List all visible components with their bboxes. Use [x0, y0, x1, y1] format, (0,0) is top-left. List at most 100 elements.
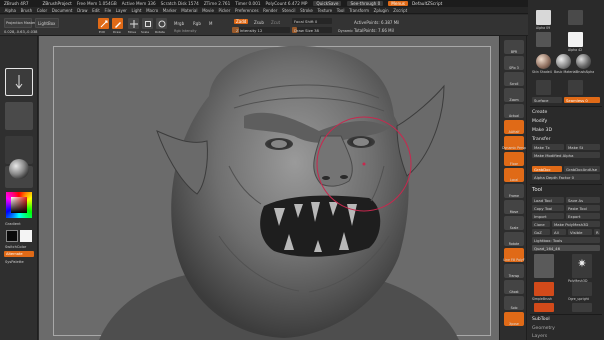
- polyframe-button[interactable]: Line Fill PolyF: [503, 248, 525, 262]
- make-polymesh-button[interactable]: Make PolyMesh3D: [552, 221, 600, 227]
- spix-button[interactable]: SPix 3: [504, 56, 524, 70]
- modify-section-header[interactable]: Modify: [530, 118, 602, 125]
- lightbox-tools-button[interactable]: Lightbox: Tools: [532, 237, 600, 243]
- menu-color[interactable]: Color: [37, 8, 47, 13]
- menu-zscript[interactable]: Zscript: [393, 8, 407, 13]
- menu-document[interactable]: Document: [52, 8, 73, 13]
- scroll-button[interactable]: Scroll: [504, 72, 524, 86]
- create-section-header[interactable]: Create: [530, 109, 602, 116]
- make-tx-button[interactable]: Make Tx: [532, 144, 564, 150]
- tool-thumb-ogre[interactable]: [534, 254, 554, 278]
- zcut-toggle[interactable]: Zcut: [271, 20, 280, 25]
- texture-thumb-1[interactable]: [536, 80, 551, 95]
- grabdoc-and-use-button[interactable]: GrabDocAndUse: [564, 166, 600, 172]
- goz-button[interactable]: GoZ: [532, 229, 550, 235]
- z-intensity-slider[interactable]: Z Intensity 12: [232, 27, 290, 33]
- rotate-mode-button[interactable]: [156, 18, 167, 29]
- geometry-section-header[interactable]: Geometry: [530, 325, 602, 332]
- save-as-button[interactable]: Save As: [566, 197, 600, 203]
- menu-movie[interactable]: Movie: [202, 8, 214, 13]
- rotate-view-button[interactable]: Rotate: [504, 232, 524, 246]
- layers-section-header[interactable]: Layers: [530, 333, 602, 340]
- floor-button[interactable]: Floor: [504, 152, 524, 166]
- menu-picker[interactable]: Picker: [219, 8, 231, 13]
- dynamic-toggle[interactable]: Dynamic: [338, 29, 353, 33]
- menu-texture[interactable]: Texture: [317, 8, 332, 13]
- material-thumb-basic[interactable]: [556, 54, 571, 69]
- aahalf-button[interactable]: AAHalf: [504, 120, 524, 134]
- scale-view-button[interactable]: Scale: [504, 216, 524, 230]
- solo-button[interactable]: Solo: [504, 296, 524, 310]
- subtool-section-header[interactable]: SubTool: [530, 316, 602, 323]
- goz-all-button[interactable]: All: [552, 229, 566, 235]
- menu-light[interactable]: Light: [132, 8, 142, 13]
- export-button[interactable]: Export: [566, 213, 600, 219]
- make-modified-alpha-button[interactable]: Make Modified Alpha: [532, 152, 600, 158]
- menu-marker[interactable]: Marker: [163, 8, 177, 13]
- tool-thumb-polymesh[interactable]: ✷: [572, 254, 592, 278]
- alpha-thumb-2[interactable]: [568, 10, 583, 25]
- main-color-swatch[interactable]: [6, 230, 18, 242]
- move-view-button[interactable]: Move: [504, 200, 524, 214]
- zoom-button[interactable]: Zoom: [504, 88, 524, 102]
- texture-thumb-2[interactable]: [568, 80, 583, 95]
- menu-stroke[interactable]: Stroke: [300, 8, 313, 13]
- persp-button[interactable]: Dynamic Persp: [502, 136, 526, 150]
- transfer-section-header[interactable]: Transfer: [530, 136, 602, 143]
- secondary-color-swatch[interactable]: [20, 230, 32, 242]
- menu-layer[interactable]: Layer: [116, 8, 127, 13]
- copy-tool-button[interactable]: Copy Tool: [532, 205, 564, 211]
- gradient-label[interactable]: Gradient: [5, 222, 21, 226]
- quicksave-button[interactable]: QuickSave: [313, 1, 342, 6]
- zsub-toggle[interactable]: Zsub: [254, 20, 264, 25]
- menu-stencil[interactable]: Stencil: [282, 8, 296, 13]
- goz-visible-button[interactable]: Visible: [568, 229, 592, 235]
- bpr-button[interactable]: BPR: [504, 40, 524, 54]
- actual-button[interactable]: Actual: [504, 104, 524, 118]
- rgb-toggle[interactable]: Rgb: [193, 21, 201, 26]
- m-toggle[interactable]: M: [209, 21, 212, 26]
- lightbox-button[interactable]: LightBox: [35, 18, 59, 28]
- goz-r-button[interactable]: R: [594, 229, 600, 235]
- menu-preferences[interactable]: Preferences: [235, 8, 259, 13]
- document-canvas[interactable]: [39, 36, 499, 340]
- menu-macro[interactable]: Macro: [146, 8, 158, 13]
- focal-shift-slider[interactable]: Focal Shift 0: [292, 18, 332, 24]
- projection-master-button[interactable]: Projection Master: [4, 18, 35, 28]
- menu-file[interactable]: File: [104, 8, 111, 13]
- tool-thumb-extra-2[interactable]: [572, 303, 592, 312]
- alpha-thumb-3[interactable]: [536, 32, 551, 47]
- see-through-slider[interactable]: See-through 0: [347, 1, 384, 6]
- ghost-button[interactable]: Ghost: [504, 280, 524, 294]
- syspalette-button[interactable]: SysPalette: [5, 260, 24, 264]
- xpose-button[interactable]: Xpose: [504, 312, 524, 326]
- mrgb-toggle[interactable]: Mrgb: [174, 21, 184, 26]
- import-button[interactable]: Import: [532, 213, 564, 219]
- scale-mode-button[interactable]: [142, 18, 153, 29]
- brush-thumbnail[interactable]: [5, 68, 33, 96]
- alpha-thumb-4[interactable]: [568, 32, 583, 47]
- switchcolor-button[interactable]: SwitchColor: [5, 245, 26, 249]
- menu-render[interactable]: Render: [263, 8, 277, 13]
- draw-size-slider[interactable]: Draw Size 38: [292, 27, 332, 33]
- make-3d-section-header[interactable]: Make 3D: [530, 127, 602, 134]
- paste-tool-button[interactable]: Paste Tool: [566, 205, 600, 211]
- frame-button[interactable]: Frame: [504, 184, 524, 198]
- menu-transform[interactable]: Transform: [349, 8, 369, 13]
- make-st-button[interactable]: Make St: [566, 144, 600, 150]
- depth-factor-slider[interactable]: Alpha Depth Factor 0: [532, 174, 600, 180]
- menu-edit[interactable]: Edit: [92, 8, 100, 13]
- move-mode-button[interactable]: [128, 18, 139, 29]
- menu-alpha[interactable]: Alpha: [5, 8, 16, 13]
- tool-thumb-extra-1[interactable]: [534, 303, 554, 312]
- clone-button[interactable]: Clone: [532, 221, 550, 227]
- material-thumb-brushalpha[interactable]: [576, 54, 591, 69]
- menu-tool[interactable]: Tool: [337, 8, 345, 13]
- material-thumb-skin[interactable]: [536, 54, 551, 69]
- transp-button[interactable]: Transp: [504, 264, 524, 278]
- local-button[interactable]: Local: [504, 168, 524, 182]
- alternate-button[interactable]: Alternate: [4, 251, 34, 257]
- surface-button[interactable]: Surface: [532, 97, 562, 103]
- menu-zplugin[interactable]: Zplugin: [374, 8, 389, 13]
- menu-brush[interactable]: Brush: [21, 8, 33, 13]
